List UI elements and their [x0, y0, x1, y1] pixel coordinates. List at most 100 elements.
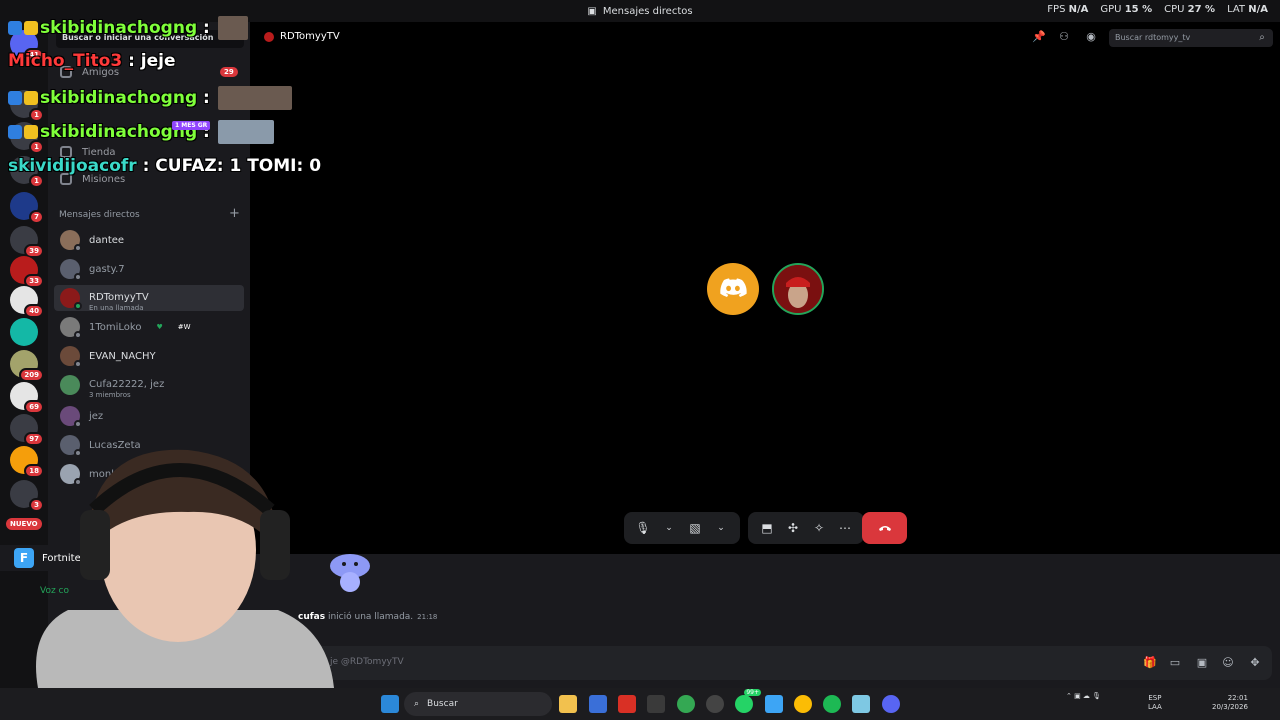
server-icon[interactable]: 33 [10, 256, 44, 288]
clock-date: 20/3/2026 [1212, 703, 1248, 711]
notepad-icon[interactable] [852, 695, 870, 713]
dm-item[interactable]: jez [54, 403, 244, 429]
server-icon[interactable] [10, 318, 38, 346]
chrome-icon[interactable] [794, 695, 812, 713]
soundboard-icon[interactable]: ✧ [808, 517, 830, 539]
lat-label: LAT [1227, 4, 1246, 15]
apps-icon[interactable]: ✥ [1249, 657, 1261, 669]
overlay-chat-line: skibidinachogng : [8, 86, 292, 110]
app-icon[interactable] [618, 695, 636, 713]
gpu-value: 15 % [1124, 4, 1153, 15]
message-input[interactable]: je @RDTomyyTV [330, 657, 404, 667]
participant-avatar[interactable] [772, 263, 824, 315]
screen-share-icon[interactable]: ⬒ [756, 517, 778, 539]
system-tray[interactable]: ⌃ ▣ ☁ 🎙 [1066, 692, 1101, 700]
microphone-icon[interactable]: 🎙 [632, 517, 654, 539]
start-icon[interactable] [381, 695, 399, 713]
more-icon[interactable]: ⋯ [834, 517, 856, 539]
app-icon[interactable] [589, 695, 607, 713]
server-icon[interactable]: 97 [10, 414, 44, 446]
emoji-icon[interactable]: ☺ [1222, 657, 1234, 669]
server-badge: 69 [24, 400, 44, 414]
badge-icon [24, 21, 38, 35]
activities-icon[interactable]: ✣ [782, 517, 804, 539]
badge-icon [24, 91, 38, 105]
server-icon[interactable]: 69 [10, 382, 44, 414]
search-icon: ⌕ [414, 699, 420, 709]
badge-icon [8, 125, 22, 139]
file-explorer-icon[interactable] [559, 695, 577, 713]
hang-up-button[interactable] [862, 512, 907, 544]
overlay-chat-line: skibidinachogng : [8, 16, 248, 40]
channel-name: RDTomyyTV [280, 31, 340, 42]
spotify-icon[interactable] [823, 695, 841, 713]
dm-item[interactable]: dantee [54, 227, 244, 253]
add-friend-icon[interactable]: ⚇ [1058, 31, 1070, 43]
avatar [60, 375, 80, 395]
server-icon[interactable]: 209 [10, 350, 44, 382]
dm-item[interactable]: gasty.7 [54, 256, 244, 282]
fps-label: FPS [1047, 4, 1066, 15]
dm-item[interactable]: EVAN_NACHY [54, 343, 244, 369]
chrome-icon[interactable] [677, 695, 695, 713]
dm-name: RDTomyyTV [89, 291, 149, 303]
user-avatar [264, 31, 274, 42]
call-controls: 🎙 ⌄ ▧ ⌄ ⬒ ✣ ✧ ⋯ [624, 512, 864, 544]
chat-user: skividijoacofr [8, 156, 137, 176]
camera-off-icon[interactable]: ▧ [684, 517, 706, 539]
participant-avatar[interactable] [707, 263, 759, 315]
dm-icon: ▣ [587, 5, 597, 17]
dm-item-active[interactable]: RDTomyyTV En una llamada [54, 285, 244, 312]
whatsapp-icon[interactable]: 99+ [735, 689, 761, 713]
language-indicator[interactable]: ESP LAA [1148, 694, 1162, 712]
dm-name: gasty.7 [89, 263, 125, 275]
header-search-input[interactable]: Buscar rdtomyy_tv [1109, 29, 1273, 47]
profile-icon[interactable]: ◉ [1085, 31, 1097, 43]
dm-tag: #W [177, 323, 191, 331]
server-icon[interactable]: 40 [10, 286, 44, 318]
emote-image [217, 120, 274, 144]
call-area [250, 54, 1280, 554]
overlay-chat-line: Micho_Tito3 : jeje [8, 51, 176, 71]
chevron-down-icon[interactable]: ⌄ [658, 517, 680, 539]
search-icon: ⌕ [1259, 32, 1265, 43]
server-badge: 7 [29, 210, 44, 224]
server-icon[interactable]: 39 [10, 226, 44, 258]
channel-title: RDTomyyTV [264, 31, 340, 42]
dm-name: jez [89, 410, 104, 422]
message-composer[interactable] [262, 646, 1272, 680]
dm-item[interactable]: Cufa22222, jez 3 miembros [54, 372, 244, 399]
phone-hangup-icon [878, 526, 891, 531]
chat-text: : CUFAZ: 1 TOMI: 0 [142, 156, 322, 176]
dm-members: 3 miembros [89, 390, 131, 399]
discord-icon[interactable] [882, 695, 900, 713]
gift-icon[interactable]: 🎁 [1143, 657, 1157, 669]
taskbar-search-label: Buscar [427, 699, 458, 709]
overlay-chat-line: skividijoacofr : CUFAZ: 1 TOMI: 0 [8, 156, 321, 176]
pin-icon[interactable]: 📌 [1032, 31, 1046, 43]
taskbar-clock[interactable]: 22:01 20/3/2026 [1212, 694, 1248, 712]
gif-icon[interactable]: ▭ [1169, 657, 1181, 669]
fortnite-icon[interactable] [765, 695, 783, 713]
chevron-down-icon[interactable]: ⌄ [710, 517, 732, 539]
server-badge: 209 [19, 368, 44, 382]
sticker-icon[interactable]: ▣ [1196, 657, 1208, 669]
overlay-chat-line: skibidinachogng : [8, 120, 274, 144]
lat-value: N/A [1248, 4, 1268, 15]
dm-name: Cufa22222, jez [89, 378, 165, 390]
add-dm-button[interactable]: + [229, 206, 240, 221]
avatar [60, 259, 82, 281]
avatar [60, 230, 82, 252]
chat-user: skibidinachogng [40, 18, 198, 38]
server-badge: 40 [24, 304, 44, 318]
server-icon[interactable]: 7 [10, 192, 44, 224]
dm-item[interactable]: 1TomiLoko ♥ #W [54, 314, 244, 340]
avatar [60, 406, 82, 428]
store-icon[interactable] [647, 695, 665, 713]
badge-icon [8, 21, 22, 35]
lang-layout: LAA [1148, 703, 1162, 711]
taskbar-search[interactable]: ⌕ Buscar [404, 692, 552, 716]
app-icon[interactable] [706, 695, 724, 713]
chat-text: : jeje [128, 51, 176, 71]
chat-user: Micho_Tito3 [8, 51, 123, 71]
